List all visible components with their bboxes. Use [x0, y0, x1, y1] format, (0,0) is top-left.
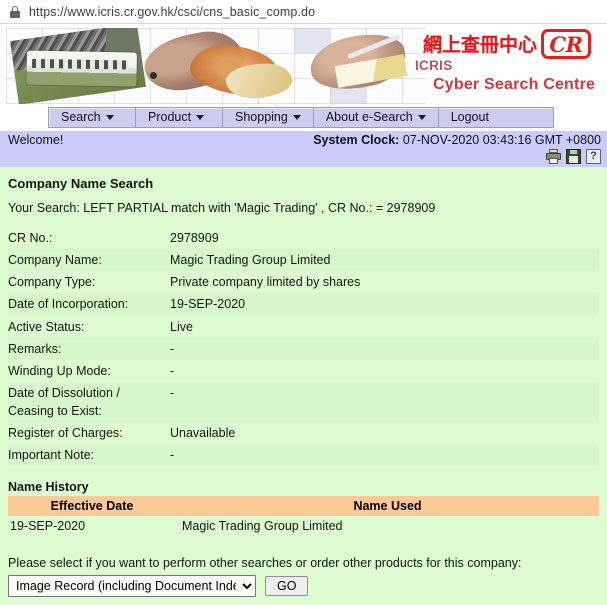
banner-photo-hand-document — [302, 34, 422, 96]
main-content: Company Name Search Your Search: LEFT PA… — [0, 167, 607, 605]
detail-label-cr-no: CR No.: — [8, 231, 53, 245]
nav-item-search[interactable]: Search — [49, 108, 136, 127]
detail-label-date-of-dissolution: Date of Dissolution / Ceasing to Exist: — [8, 381, 170, 423]
cell-effective-date: 19-SEP-2020 — [8, 516, 176, 537]
chevron-down-icon — [417, 114, 426, 120]
product-select[interactable]: Image Record (including Document Index) — [8, 575, 256, 598]
system-clock: System Clock: 07-NOV-2020 03:43:16 GMT +… — [313, 133, 601, 147]
column-header-effective-date: Effective Date — [8, 496, 176, 517]
column-header-name-used: Name Used — [176, 496, 599, 517]
nav-item-product-label: Product — [148, 110, 192, 124]
print-icon[interactable] — [546, 149, 561, 164]
table-row: Company Type: Private company limited by… — [8, 271, 599, 293]
page-title: Company Name Search — [8, 176, 154, 191]
main-navigation: Search Product Shopping About e-Search L… — [0, 104, 607, 131]
table-row: Important Note: - — [8, 444, 599, 467]
detail-value-date-of-dissolution: - — [170, 381, 599, 423]
nav-menu-bar: Search Product Shopping About e-Search L… — [48, 107, 554, 128]
detail-value-company-type: Private company limited by shares — [170, 275, 361, 290]
detail-value-company-name: Magic Trading Group Limited — [170, 249, 599, 272]
detail-value-important-note: - — [170, 444, 599, 467]
welcome-message: Welcome! — [8, 133, 64, 147]
detail-value-cr-no: 2978909 — [170, 231, 219, 245]
logo-icris-text: ICRIS — [415, 58, 453, 73]
other-products-prompt: Please select if you want to perform oth… — [8, 556, 522, 571]
detail-value-remarks: - — [170, 337, 599, 360]
table-header-row: Effective Date Name Used — [8, 496, 599, 517]
detail-value-winding-up-mode: - — [170, 363, 175, 378]
detail-label-important-note: Important Note: — [8, 444, 170, 467]
chevron-down-icon — [292, 114, 301, 120]
table-row: Winding Up Mode: - — [8, 360, 599, 382]
table-row: Remarks: - — [8, 337, 599, 360]
detail-label-remarks: Remarks: — [8, 337, 170, 360]
name-history-heading: Name History — [8, 480, 89, 495]
other-products-section: Please select if you want to perform oth… — [8, 556, 599, 605]
detail-label-company-name: Company Name: — [8, 249, 170, 272]
detail-label-company-type: Company Type: — [8, 275, 96, 290]
table-row: Register of Charges: Unavailable — [8, 422, 599, 444]
logo-chinese-title: 網上查冊中心 — [422, 34, 537, 56]
nav-item-search-label: Search — [61, 110, 101, 124]
banner-photo-abstract — [138, 30, 298, 102]
status-bar: Welcome! System Clock: 07-NOV-2020 03:43… — [0, 131, 607, 167]
other-products-controls: Image Record (including Document Index) … — [8, 575, 599, 598]
save-icon[interactable] — [566, 149, 581, 164]
icris-logo: 網上查冊中心 CR ICRIS Cyber Search Centre — [407, 29, 597, 102]
table-row: Date of Dissolution / Ceasing to Exist: … — [8, 381, 599, 423]
detail-label-winding-up-mode: Winding Up Mode: — [8, 363, 111, 378]
table-row: CR No.: 2978909 — [8, 227, 599, 249]
detail-value-date-of-incorporation: 19-SEP-2020 — [170, 293, 599, 316]
detail-label-active-status: Active Status: — [8, 319, 85, 334]
help-icon[interactable]: ? — [586, 149, 601, 164]
nav-item-product[interactable]: Product — [136, 108, 223, 127]
chevron-down-icon — [105, 114, 114, 120]
nav-item-logout-label: Logout — [450, 110, 489, 124]
table-row: 19-SEP-2020 Magic Trading Group Limited — [8, 516, 599, 537]
detail-value-register-of-charges: Unavailable — [170, 426, 236, 441]
logo-subtitle-text: Cyber Search Centre — [433, 76, 596, 93]
url-text: https://www.icris.cr.gov.hk/csci/cns_bas… — [29, 4, 316, 19]
search-criteria-summary: Your Search: LEFT PARTIAL match with 'Ma… — [8, 201, 436, 215]
table-row: Date of Incorporation: 19-SEP-2020 — [8, 293, 599, 316]
nav-item-shopping[interactable]: Shopping — [223, 108, 314, 127]
browser-url-bar[interactable]: https://www.icris.cr.gov.hk/csci/cns_bas… — [0, 0, 607, 24]
company-details-table: CR No.: 2978909 Company Name: Magic Trad… — [8, 227, 599, 467]
detail-label-register-of-charges: Register of Charges: — [8, 426, 123, 441]
table-row: Active Status: Live — [8, 316, 599, 338]
cr-logo-icon: CR — [541, 29, 591, 59]
site-banner: 網上查冊中心 CR ICRIS Cyber Search Centre — [6, 28, 601, 104]
detail-value-active-status: Live — [170, 319, 193, 334]
name-history-table: Effective Date Name Used 19-SEP-2020 Mag… — [8, 496, 599, 537]
system-clock-label: System Clock: — [313, 133, 400, 147]
nav-item-shopping-label: Shopping — [235, 110, 288, 124]
go-button[interactable]: GO — [265, 576, 309, 597]
toolbar-icons: ? — [546, 149, 601, 164]
table-row: Company Name: Magic Trading Group Limite… — [8, 249, 599, 272]
nav-item-about-esearch-label: About e-Search — [325, 110, 413, 124]
nav-item-logout[interactable]: Logout — [439, 108, 553, 127]
banner-photo-collage — [6, 28, 426, 104]
system-clock-value: 07-NOV-2020 03:43:16 GMT +0800 — [402, 133, 601, 147]
detail-label-date-of-incorporation: Date of Incorporation: — [8, 293, 170, 316]
cell-name-used: Magic Trading Group Limited — [176, 516, 599, 537]
nav-item-about-esearch[interactable]: About e-Search — [314, 108, 439, 127]
lock-icon — [10, 5, 20, 18]
chevron-down-icon — [196, 114, 205, 120]
